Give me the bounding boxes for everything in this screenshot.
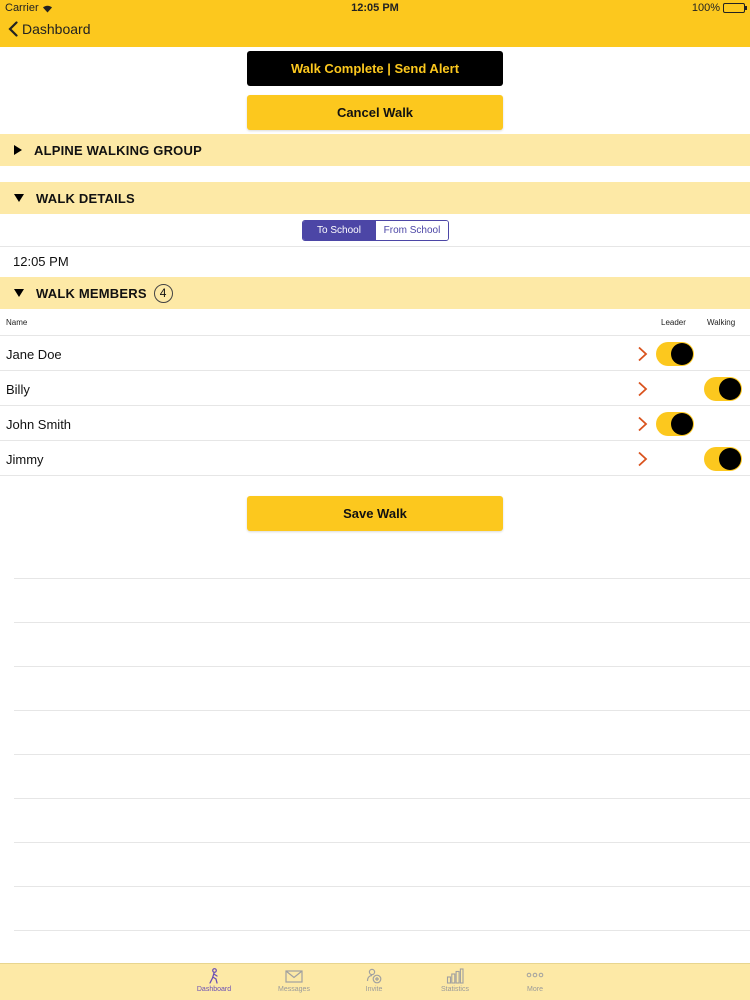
- empty-row-divider: [14, 622, 750, 623]
- top-bar: Carrier 12:05 PM 100% Dashboard: [0, 0, 750, 47]
- tab-more[interactable]: More: [505, 968, 565, 993]
- member-name: John Smith: [6, 417, 72, 432]
- member-name: Billy: [6, 382, 30, 397]
- row-divider: [0, 475, 750, 476]
- empty-row-divider: [14, 886, 750, 887]
- divider: [0, 246, 750, 247]
- empty-row-divider: [14, 930, 750, 931]
- status-bar: Carrier 12:05 PM 100%: [0, 0, 750, 16]
- back-label: Dashboard: [22, 21, 91, 37]
- segment-from-school[interactable]: From School: [375, 221, 448, 240]
- battery-indicator: 100%: [691, 2, 747, 14]
- invite-person-icon: [366, 968, 382, 984]
- chevron-right-icon[interactable]: [636, 346, 648, 362]
- member-name: Jane Doe: [6, 347, 62, 362]
- member-row[interactable]: Jimmy: [0, 441, 750, 476]
- section-group-header[interactable]: ALPINE WALKING GROUP: [0, 134, 750, 166]
- disclosure-down-icon: [14, 289, 24, 297]
- envelope-icon: [285, 970, 303, 983]
- member-row[interactable]: John Smith: [0, 406, 750, 441]
- walker-icon: [209, 968, 218, 984]
- walk-complete-button[interactable]: Walk Complete | Send Alert: [247, 51, 503, 86]
- disclosure-down-icon: [14, 194, 24, 202]
- disclosure-right-icon: [14, 145, 22, 155]
- empty-row-divider: [14, 710, 750, 711]
- column-header-name: Name: [6, 318, 28, 327]
- tab-invite-label: Invite: [365, 986, 383, 993]
- section-members-title: WALK MEMBERS: [36, 285, 147, 301]
- chevron-right-icon[interactable]: [636, 451, 648, 467]
- chevron-right-icon[interactable]: [636, 416, 648, 432]
- section-details-title: WALK DETAILS: [36, 190, 135, 206]
- tab-messages-label: Messages: [278, 986, 310, 993]
- tab-dashboard[interactable]: Dashboard: [184, 968, 244, 993]
- tab-invite[interactable]: Invite: [344, 968, 404, 993]
- section-members-header[interactable]: WALK MEMBERS 4: [0, 277, 750, 309]
- battery-icon: [723, 3, 747, 13]
- empty-row-divider: [14, 798, 750, 799]
- cancel-walk-button[interactable]: Cancel Walk: [247, 95, 503, 130]
- walking-toggle[interactable]: [704, 377, 742, 401]
- chevron-right-icon[interactable]: [636, 381, 648, 397]
- bar-chart-icon: [446, 968, 464, 984]
- segment-to-school[interactable]: To School: [303, 221, 375, 240]
- battery-label: 100%: [691, 2, 720, 14]
- chevron-left-icon: [8, 21, 18, 37]
- empty-row-divider: [14, 666, 750, 667]
- back-button[interactable]: Dashboard: [8, 21, 91, 37]
- tab-more-label: More: [527, 986, 543, 993]
- tab-bar: Dashboard Messages Invite Statistics Mor…: [0, 963, 750, 1000]
- section-details-header[interactable]: WALK DETAILS: [0, 182, 750, 214]
- tab-messages[interactable]: Messages: [264, 968, 324, 993]
- member-row[interactable]: Billy: [0, 371, 750, 406]
- tab-statistics[interactable]: Statistics: [425, 968, 485, 993]
- walking-toggle[interactable]: [704, 447, 742, 471]
- empty-row-divider: [14, 842, 750, 843]
- status-time: 12:05 PM: [351, 2, 399, 14]
- leader-toggle[interactable]: [656, 342, 694, 366]
- direction-segmented-control[interactable]: To School From School: [302, 220, 449, 241]
- empty-row-divider: [14, 578, 750, 579]
- column-header-leader: Leader: [661, 318, 686, 327]
- tab-statistics-label: Statistics: [440, 986, 469, 993]
- leader-toggle[interactable]: [656, 412, 694, 436]
- member-row[interactable]: Jane Doe: [0, 336, 750, 371]
- walk-time[interactable]: 12:05 PM: [13, 254, 69, 269]
- empty-row-divider: [14, 754, 750, 755]
- section-group-title: ALPINE WALKING GROUP: [34, 142, 202, 158]
- more-dots-icon: [526, 972, 544, 978]
- member-count-badge: 4: [153, 283, 173, 303]
- save-walk-button[interactable]: Save Walk: [247, 496, 503, 531]
- member-name: Jimmy: [6, 452, 44, 467]
- column-header-walking: Walking: [707, 318, 736, 327]
- tab-dashboard-label: Dashboard: [196, 986, 232, 993]
